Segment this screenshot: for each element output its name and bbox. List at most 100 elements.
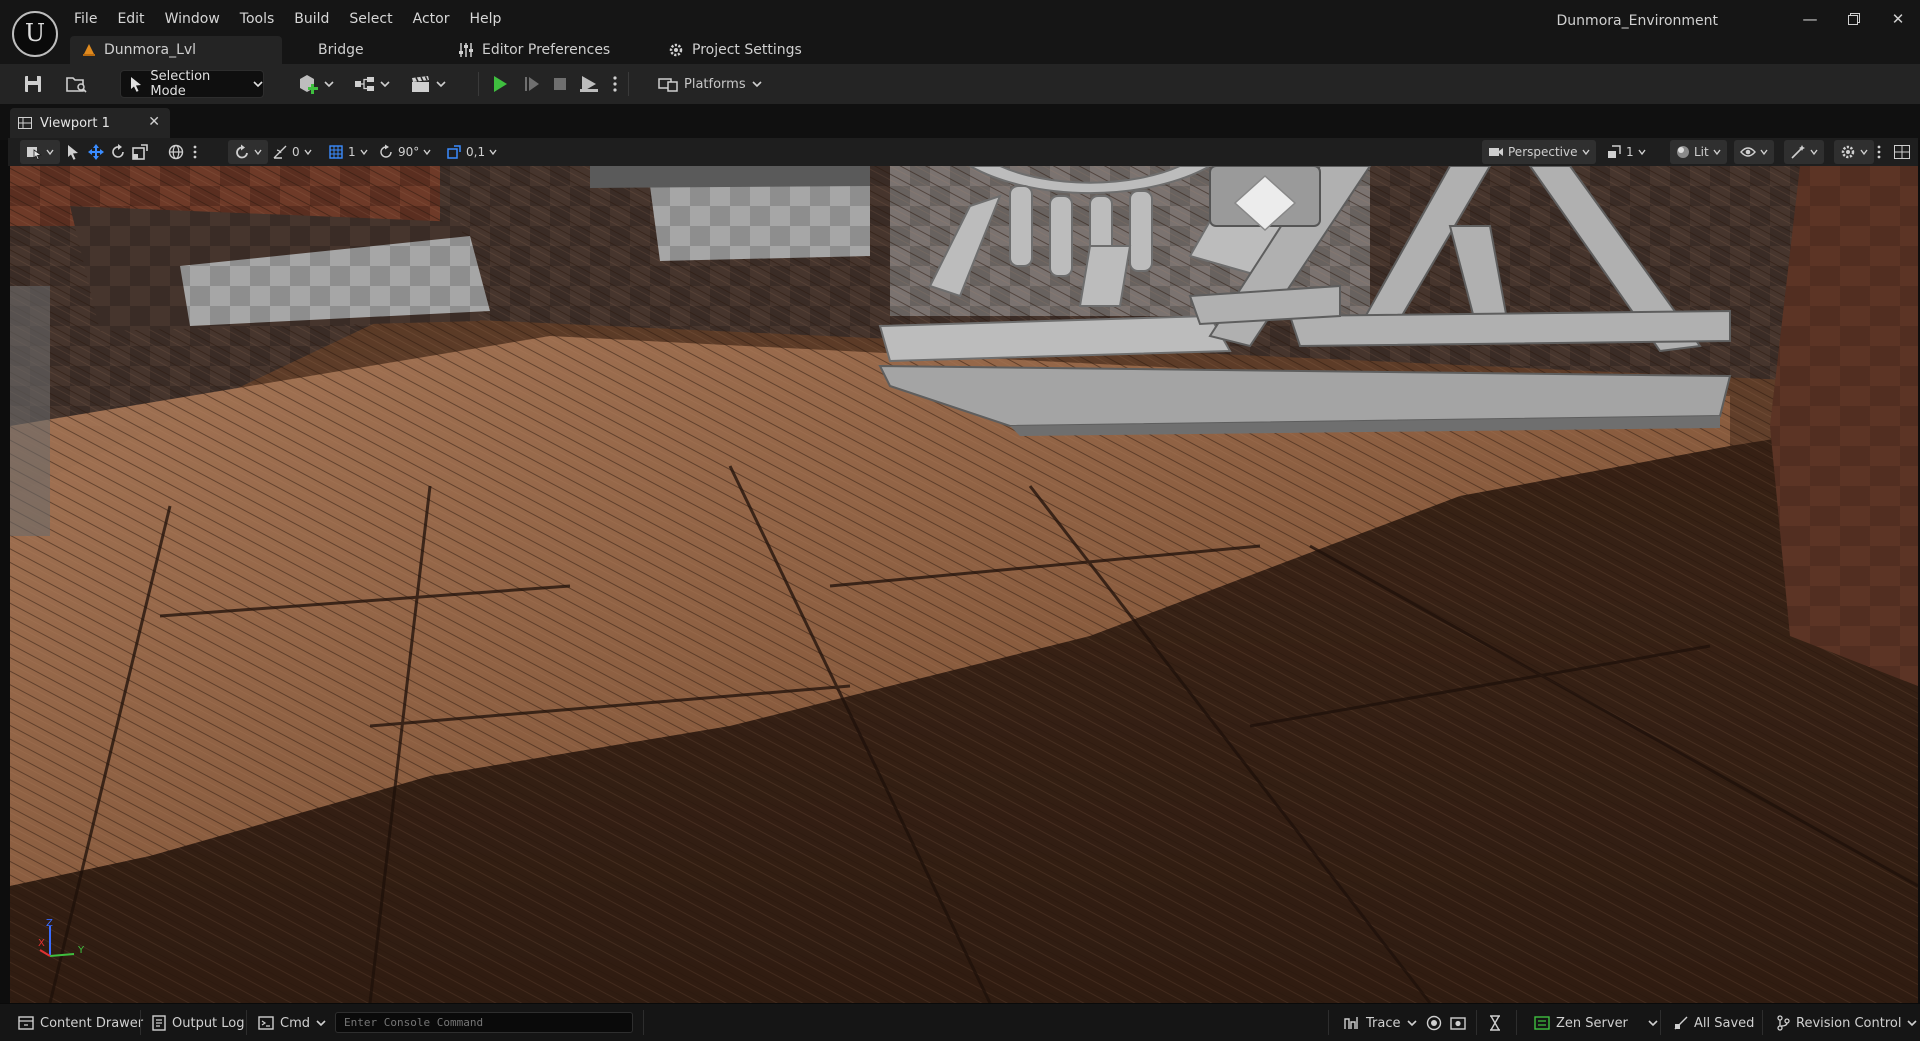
grid-snap-dropdown[interactable]: 1 <box>328 140 368 164</box>
menu-window[interactable]: Window <box>155 0 230 38</box>
add-cube-icon <box>300 75 318 94</box>
translate-tool-button[interactable] <box>88 140 104 164</box>
close-tab-icon[interactable]: ✕ <box>148 114 160 130</box>
select-tool-button[interactable] <box>66 140 80 164</box>
chevron-down-icon <box>1713 149 1721 156</box>
hourglass-button[interactable] <box>1488 1012 1502 1034</box>
scale-tool-button[interactable] <box>132 140 148 164</box>
trace-dropdown[interactable]: Trace <box>1344 1012 1417 1034</box>
transform-mode-dropdown[interactable] <box>20 140 60 164</box>
close-window-button[interactable]: ✕ <box>1876 0 1920 38</box>
layout-grid-icon <box>18 117 32 129</box>
rotate-tool-button[interactable] <box>110 140 126 164</box>
trace-icon <box>1344 1017 1358 1029</box>
selection-mode-dropdown[interactable]: Selection Mode <box>120 69 264 99</box>
platforms-dropdown[interactable]: Platforms <box>658 70 762 98</box>
eject-button[interactable] <box>579 70 599 98</box>
menu-build[interactable]: Build <box>284 0 339 38</box>
minimize-button[interactable]: — <box>1788 0 1832 38</box>
menu-select[interactable]: Select <box>339 0 402 38</box>
scalability-dropdown[interactable] <box>1784 140 1824 164</box>
viewport-more-options[interactable] <box>192 140 198 164</box>
step-forward-icon <box>525 77 539 91</box>
screenshot-button[interactable] <box>1450 1012 1466 1034</box>
content-drawer-button[interactable]: Content Drawer <box>18 1012 143 1034</box>
rotation-snap-dropdown[interactable]: 90° <box>378 140 431 164</box>
output-log-button[interactable]: Output Log <box>152 1012 245 1034</box>
zen-server-label: Zen Server <box>1556 1015 1628 1031</box>
menu-help[interactable]: Help <box>459 0 511 38</box>
menu-actor[interactable]: Actor <box>403 0 460 38</box>
record-trace-button[interactable] <box>1426 1012 1442 1034</box>
save-button[interactable] <box>24 70 42 98</box>
status-divider <box>1660 1010 1661 1035</box>
output-log-label: Output Log <box>172 1015 245 1031</box>
screenshot-icon <box>1450 1017 1466 1030</box>
menu-file[interactable]: File <box>64 0 107 38</box>
clapperboard-icon <box>412 76 429 92</box>
document-tabs: Dunmora_Lvl Bridge Editor Preferences Pr… <box>70 36 802 64</box>
chevron-down-icon <box>1638 149 1646 156</box>
scale-snap-dropdown[interactable]: 0,1 <box>446 140 497 164</box>
chevron-down-icon <box>304 149 312 156</box>
arrow-cursor-icon <box>68 145 78 160</box>
tab-editor-preferences[interactable]: Editor Preferences <box>458 36 668 64</box>
blueprints-button[interactable] <box>354 70 390 98</box>
gear-icon <box>669 43 683 57</box>
globe-icon <box>168 144 184 160</box>
tab-level[interactable]: Dunmora_Lvl <box>70 36 282 64</box>
add-actor-button[interactable] <box>298 70 334 98</box>
log-icon <box>152 1015 166 1031</box>
tab-viewport-1[interactable]: Viewport 1 ✕ <box>10 108 170 138</box>
rotation-snap-value: 90° <box>398 145 420 159</box>
window-controls: — ✕ <box>1788 0 1920 38</box>
lighting-mode-dropdown[interactable]: Lit <box>1670 140 1727 164</box>
show-flags-dropdown[interactable] <box>1734 140 1774 164</box>
chevron-down-icon <box>46 149 54 156</box>
viewport-settings-dropdown[interactable] <box>1834 140 1874 164</box>
restore-button[interactable] <box>1832 0 1876 38</box>
level-viewport[interactable]: Z Y X <box>10 166 1918 1003</box>
viewport-toolbar: 0 1 90° 0,1 Perspective 1 Lit <box>8 138 1918 166</box>
all-saved-button[interactable]: All Saved <box>1674 1012 1754 1034</box>
chevron-down-icon <box>423 149 431 156</box>
sliders-icon <box>459 43 473 57</box>
cmd-dropdown[interactable]: Cmd <box>258 1012 326 1034</box>
rotation-snap-icon <box>380 144 392 158</box>
stop-button[interactable] <box>552 70 568 98</box>
viewport-menu-button[interactable] <box>1876 140 1882 164</box>
menu-tools[interactable]: Tools <box>230 0 285 38</box>
browse-content-button[interactable] <box>66 70 88 98</box>
world-local-toggle[interactable] <box>168 140 184 164</box>
status-divider <box>1762 1010 1763 1035</box>
hourglass-icon <box>1490 1015 1500 1031</box>
move-arrows-icon <box>88 144 104 160</box>
snap-rotation-dropdown[interactable]: 0 <box>272 140 312 164</box>
status-divider <box>246 1010 247 1035</box>
revision-control-dropdown[interactable]: Revision Control <box>1776 1012 1918 1034</box>
camera-speed-dropdown[interactable]: 1 <box>1606 140 1646 164</box>
play-icon <box>494 76 507 92</box>
menu-edit[interactable]: Edit <box>107 0 154 38</box>
tab-bridge[interactable]: Bridge <box>282 36 458 64</box>
advance-frame-button[interactable] <box>523 70 541 98</box>
lighting-mode-label: Lit <box>1694 145 1709 159</box>
surface-snapping-toggle[interactable] <box>228 140 268 164</box>
viewport-layout-button[interactable] <box>1894 140 1910 164</box>
play-button[interactable] <box>491 70 509 98</box>
cinematics-button[interactable] <box>410 70 446 98</box>
play-options-button[interactable] <box>612 70 618 98</box>
restore-icon <box>1848 13 1860 25</box>
camera-speed-value: 1 <box>1626 145 1634 159</box>
gear-icon <box>1841 145 1855 159</box>
console-command-input[interactable] <box>335 1012 633 1033</box>
grid-snap-icon <box>329 145 343 159</box>
unreal-logo[interactable]: U <box>12 11 58 57</box>
tab-project-settings[interactable]: Project Settings <box>668 36 802 64</box>
axis-x-label: X <box>38 938 45 949</box>
zen-server-dropdown[interactable]: Zen Server <box>1534 1012 1658 1034</box>
eject-play-icon <box>580 76 598 92</box>
perspective-dropdown[interactable]: Perspective <box>1482 140 1596 164</box>
scale-snap-icon <box>447 145 461 159</box>
chevron-down-icon <box>1810 149 1818 156</box>
